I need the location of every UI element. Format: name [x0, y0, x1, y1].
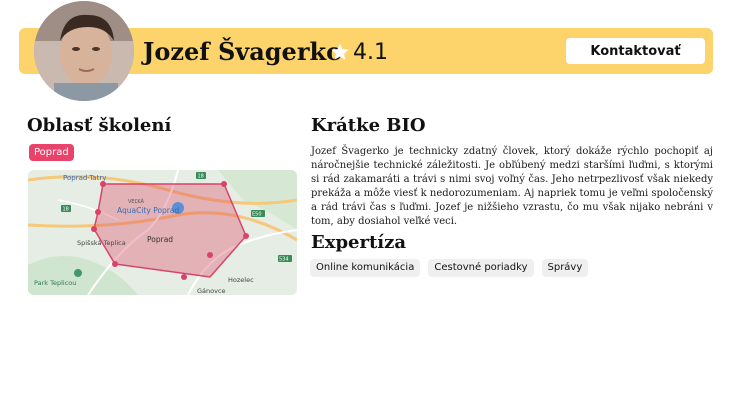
map-label-ganovce: Gánovce [197, 287, 226, 295]
map-label-poprad: Poprad [147, 235, 173, 244]
map-label-road-e50: E50 [252, 212, 262, 218]
map-label-aquacity: AquaCity Poprad [117, 206, 179, 215]
map-label-velka: VEĽKÁ [128, 198, 145, 205]
skill-chip: Cestovné poriadky [428, 259, 534, 277]
map-label-road-534: 534 [279, 257, 289, 263]
avatar [34, 1, 134, 101]
training-area-title: Oblasť školení [27, 115, 172, 136]
skills-list: Online komunikácia Cestovné poriadky Spr… [310, 259, 589, 277]
map-label-poprad-tatry: Poprad-Tatry [63, 174, 106, 182]
training-area-map[interactable]: Poprad-Tatry VEĽKÁ AquaCity Poprad Popra… [28, 170, 297, 295]
map-label-road-18-a: 18 [198, 174, 204, 180]
expertise-title: Expertíza [311, 232, 407, 253]
map-label-spisska-teplica: Spišská Teplica [77, 239, 126, 247]
rating: 4.1 [330, 34, 388, 70]
star-icon [331, 43, 349, 60]
skill-chip: Správy [541, 259, 589, 277]
map-canvas: Poprad-Tatry VEĽKÁ AquaCity Poprad Popra… [28, 170, 297, 295]
bio-title: Krátke BIO [311, 115, 426, 136]
map-label-hozelec: Hozelec [228, 276, 254, 284]
profile-name: Jozef Švagerko [143, 37, 343, 66]
location-badge[interactable]: Poprad [29, 144, 74, 161]
contact-button[interactable]: Kontaktovať [566, 38, 705, 64]
rating-value: 4.1 [353, 39, 388, 65]
map-label-road-18-b: 18 [63, 207, 69, 213]
avatar-photo [34, 1, 134, 101]
map-label-park-teplicou: Park Teplicou [34, 279, 76, 287]
bio-text: Jozef Švagerko je technicky zdatný člove… [311, 146, 713, 227]
skill-chip: Online komunikácia [310, 259, 421, 277]
